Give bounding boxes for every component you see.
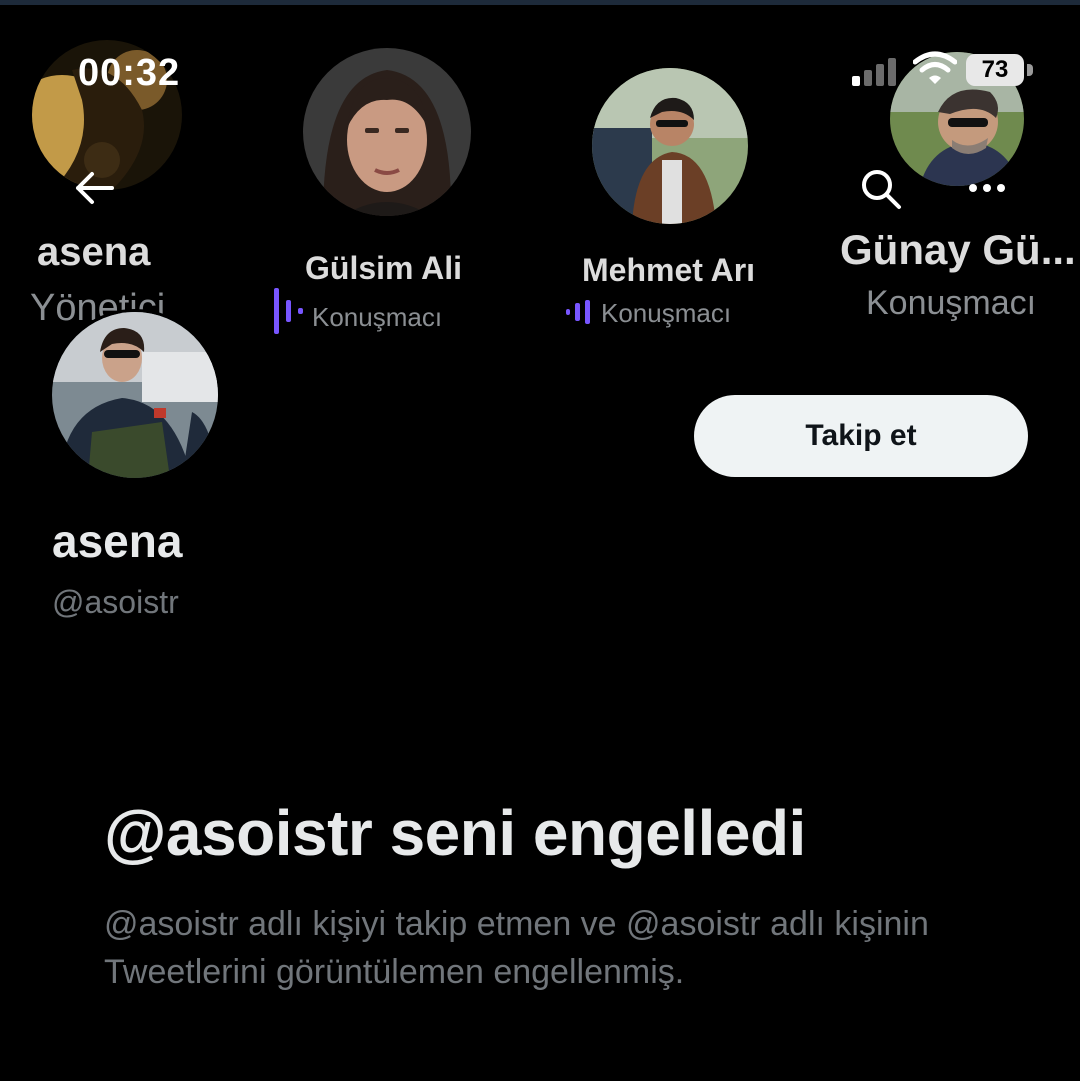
window-top-strip xyxy=(0,0,1080,5)
speaker-role: Konuşmacı xyxy=(312,302,443,332)
speaker-name: asena xyxy=(37,230,151,274)
speaker-role: Konuşmacı xyxy=(601,298,732,328)
profile-avatar[interactable] xyxy=(52,312,218,478)
back-arrow-icon[interactable] xyxy=(72,168,116,208)
speaker-name: Günay Gü... xyxy=(840,226,1076,273)
speaker-role: Konuşmacı xyxy=(866,284,1037,322)
profile-handle: @asoistr xyxy=(52,584,179,620)
follow-button[interactable]: Takip et xyxy=(694,395,1028,477)
search-icon[interactable] xyxy=(858,166,904,212)
blocked-description: @asoistr adlı kişiyi takip etmen ve @aso… xyxy=(104,905,929,991)
wifi-icon xyxy=(913,51,957,84)
battery-icon: 73 xyxy=(966,54,1024,86)
audio-wave-icon xyxy=(274,288,308,334)
speaker-avatar-gulsim[interactable] xyxy=(303,48,471,216)
battery-tip xyxy=(1027,64,1033,76)
speaker-avatar-mehmet[interactable] xyxy=(592,68,748,224)
signal-icon xyxy=(852,56,900,86)
speaker-name: Gülsim Ali xyxy=(305,250,463,286)
blocked-title: @asoistr seni engelledi xyxy=(104,797,806,869)
speaker-name: Mehmet Arı xyxy=(582,252,756,288)
more-icon[interactable] xyxy=(963,182,1009,196)
audio-wave-icon xyxy=(566,300,600,324)
profile-display-name: asena xyxy=(52,515,183,567)
status-time: 00:32 xyxy=(78,52,181,94)
